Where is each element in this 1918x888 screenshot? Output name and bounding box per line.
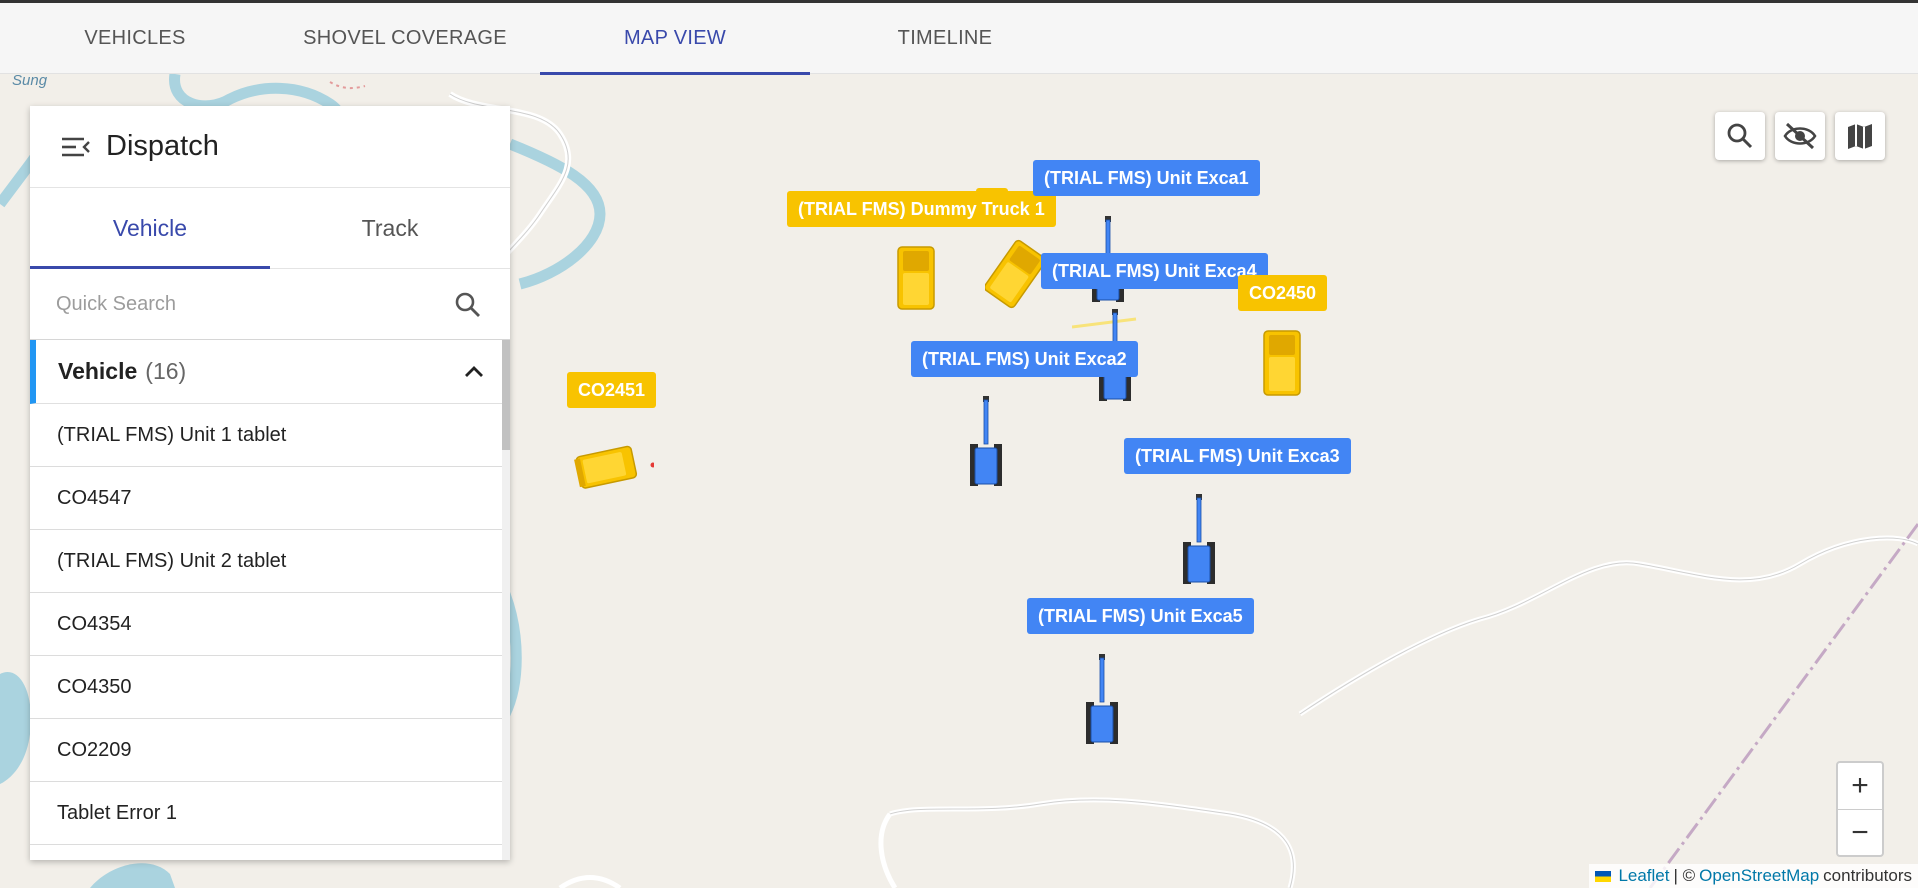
place-label: Sung <box>12 74 48 89</box>
tab-track[interactable]: Track <box>270 188 510 268</box>
vehicle-list: Vehicle (16) (TRIAL FMS) Unit 1 tablet C… <box>30 340 510 860</box>
panel-header: Dispatch <box>30 106 510 188</box>
map-attribution: Leaflet | © OpenStreetMap contributors <box>1589 864 1918 888</box>
list-item[interactable]: (TRIAL FMS) Unit 2 tablet <box>30 530 502 593</box>
panel-tabs: Vehicle Track <box>30 188 510 269</box>
truck-marker-co2450[interactable] <box>1262 327 1302 399</box>
tab-timeline[interactable]: TIMELINE <box>860 3 1030 74</box>
vehicle-label-dummy-truck[interactable]: (TRIAL FMS) Dummy Truck 1 <box>787 191 1056 227</box>
vehicle-label-exca3[interactable]: (TRIAL FMS) Unit Exca3 <box>1124 438 1351 474</box>
list-item[interactable]: CO4547 <box>30 467 502 530</box>
truck-marker-hidden[interactable] <box>985 238 1045 310</box>
quick-search <box>30 269 510 340</box>
tab-map-view[interactable]: MAP VIEW <box>540 3 810 75</box>
chevron-up-icon[interactable] <box>462 360 486 384</box>
excavator-marker-exca2[interactable] <box>966 394 1006 488</box>
vehicle-group-header[interactable]: Vehicle (16) <box>30 340 502 404</box>
zoom-out-button[interactable]: − <box>1838 810 1882 856</box>
osm-link[interactable]: OpenStreetMap <box>1699 866 1819 886</box>
vehicle-label-co2450[interactable]: CO2450 <box>1238 275 1328 311</box>
vehicle-label-exca4[interactable]: (TRIAL FMS) Unit Exca4 <box>1041 253 1268 289</box>
list-item[interactable]: Tablet Error 1 <box>30 782 502 845</box>
list-item[interactable]: CO2209 <box>30 719 502 782</box>
toggle-visibility-button[interactable] <box>1775 112 1825 160</box>
list-item[interactable]: CO4350 <box>30 656 502 719</box>
attribution-suffix: contributors <box>1823 866 1912 885</box>
map-layers-button[interactable] <box>1835 112 1885 160</box>
excavator-marker-exca5[interactable] <box>1082 652 1122 746</box>
list-item[interactable]: CO4354 <box>30 593 502 656</box>
menu-collapse-icon[interactable] <box>60 136 90 158</box>
quick-search-input[interactable] <box>54 291 438 317</box>
vehicle-label-exca5[interactable]: (TRIAL FMS) Unit Exca5 <box>1027 598 1254 634</box>
visibility-off-icon <box>1783 122 1817 150</box>
group-count: (16) <box>145 358 187 384</box>
map-search-button[interactable] <box>1715 112 1765 160</box>
dispatch-panel: Dispatch Vehicle Track Vehicle (16) (TRI… <box>30 106 510 860</box>
panel-title: Dispatch <box>106 130 219 162</box>
list-item[interactable]: (TRIAL FMS) Unit 1 tablet <box>30 404 502 467</box>
map-icon <box>1848 124 1872 149</box>
excavator-marker-exca3[interactable] <box>1179 492 1219 586</box>
vehicle-label-co2451[interactable]: CO2451 <box>567 372 657 408</box>
search-icon <box>1727 123 1753 149</box>
vehicle-label-exca1[interactable]: (TRIAL FMS) Unit Exca1 <box>1033 160 1260 196</box>
vehicle-label-exca2[interactable]: (TRIAL FMS) Unit Exca2 <box>911 341 1138 377</box>
scrollbar-thumb[interactable] <box>502 340 510 450</box>
top-nav: VEHICLES SHOVEL COVERAGE MAP VIEW TIMELI… <box>0 0 1918 75</box>
tab-vehicles[interactable]: VEHICLES <box>60 3 210 74</box>
tab-vehicle[interactable]: Vehicle <box>30 188 270 269</box>
truck-marker-dummy[interactable] <box>896 243 936 313</box>
ukraine-flag-icon <box>1595 870 1612 882</box>
truck-marker-co2451[interactable] <box>574 440 654 490</box>
attribution-separator: | © <box>1673 866 1696 885</box>
tab-shovel-coverage[interactable]: SHOVEL COVERAGE <box>290 3 520 74</box>
leaflet-link[interactable]: Leaflet <box>1618 866 1669 886</box>
zoom-control: + − <box>1836 761 1884 857</box>
search-icon[interactable] <box>454 291 482 319</box>
group-name: Vehicle <box>58 358 138 384</box>
zoom-in-button[interactable]: + <box>1838 763 1882 810</box>
